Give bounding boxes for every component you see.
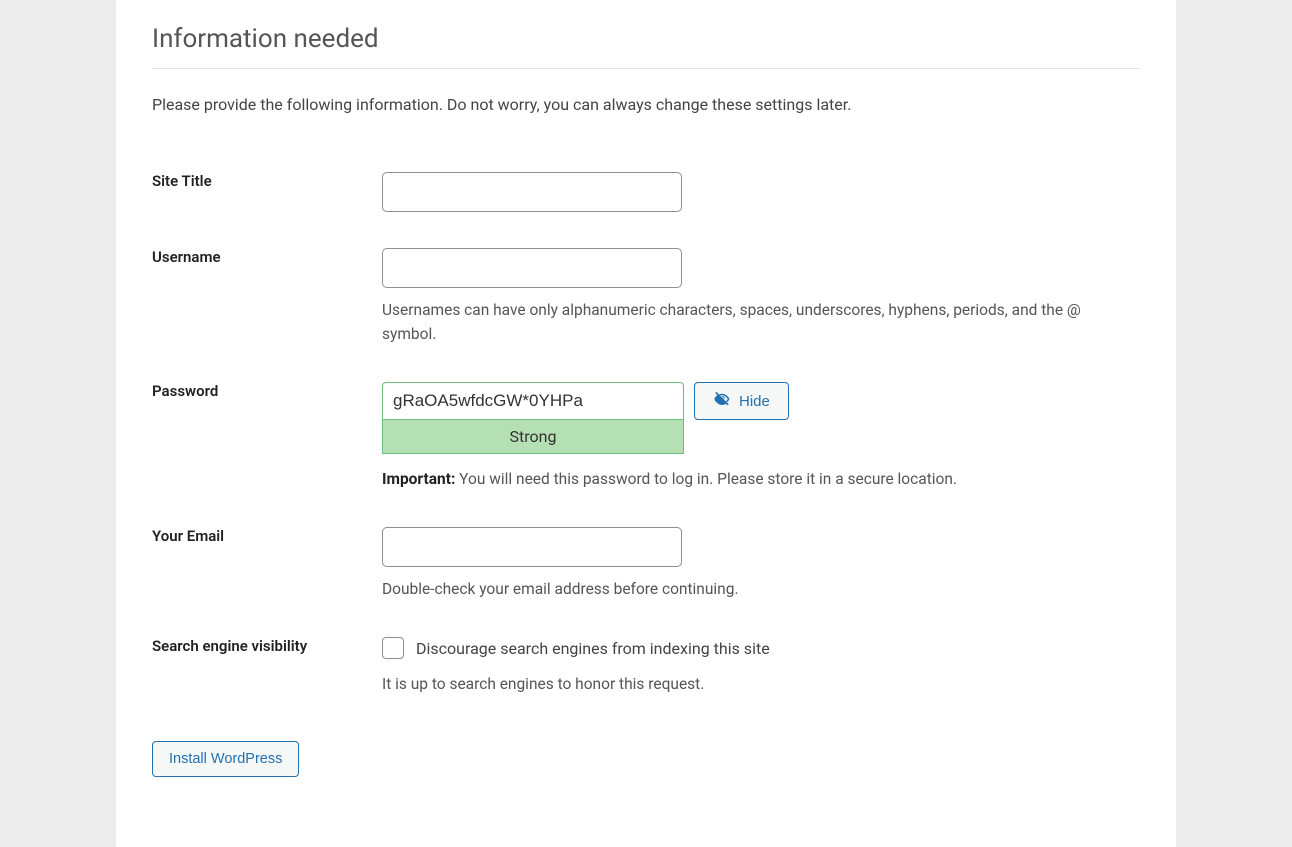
row-site-title: Site Title (152, 154, 1140, 230)
intro-text: Please provide the following information… (152, 95, 1140, 114)
site-title-input[interactable] (382, 172, 682, 212)
install-form-card: Information needed Please provide the fo… (116, 0, 1176, 847)
password-strength-meter: Strong (382, 420, 684, 454)
hide-button-label: Hide (739, 393, 770, 410)
important-label: Important: (382, 470, 455, 488)
row-search-engine-visibility: Search engine visibility Discourage sear… (152, 619, 1140, 711)
label-password: Password (152, 364, 382, 509)
form-table: Site Title Username Usernames can have o… (152, 154, 1140, 711)
password-input[interactable] (382, 382, 684, 420)
page-title: Information needed (152, 24, 1140, 54)
important-text: You will need this password to log in. P… (455, 470, 957, 488)
eye-slash-icon (713, 390, 731, 412)
seo-discourage-checkbox[interactable] (382, 637, 404, 659)
seo-checkbox-label[interactable]: Discourage search engines from indexing … (416, 639, 770, 658)
email-input[interactable] (382, 527, 682, 567)
password-important-note: Important: You will need this password t… (382, 468, 1140, 491)
label-site-title: Site Title (152, 154, 382, 230)
seo-help-text: It is up to search engines to honor this… (382, 675, 1140, 693)
install-wordpress-button[interactable]: Install WordPress (152, 741, 299, 777)
username-help-text: Usernames can have only alphanumeric cha… (382, 298, 1102, 346)
hide-password-button[interactable]: Hide (694, 382, 789, 420)
label-username: Username (152, 230, 382, 364)
row-email: Your Email Double-check your email addre… (152, 509, 1140, 619)
divider (152, 68, 1140, 69)
email-help-text: Double-check your email address before c… (382, 577, 1102, 601)
row-username: Username Usernames can have only alphanu… (152, 230, 1140, 364)
username-input[interactable] (382, 248, 682, 288)
label-email: Your Email (152, 509, 382, 619)
label-seo: Search engine visibility (152, 619, 382, 711)
row-password: Password Strong Hide (152, 364, 1140, 509)
